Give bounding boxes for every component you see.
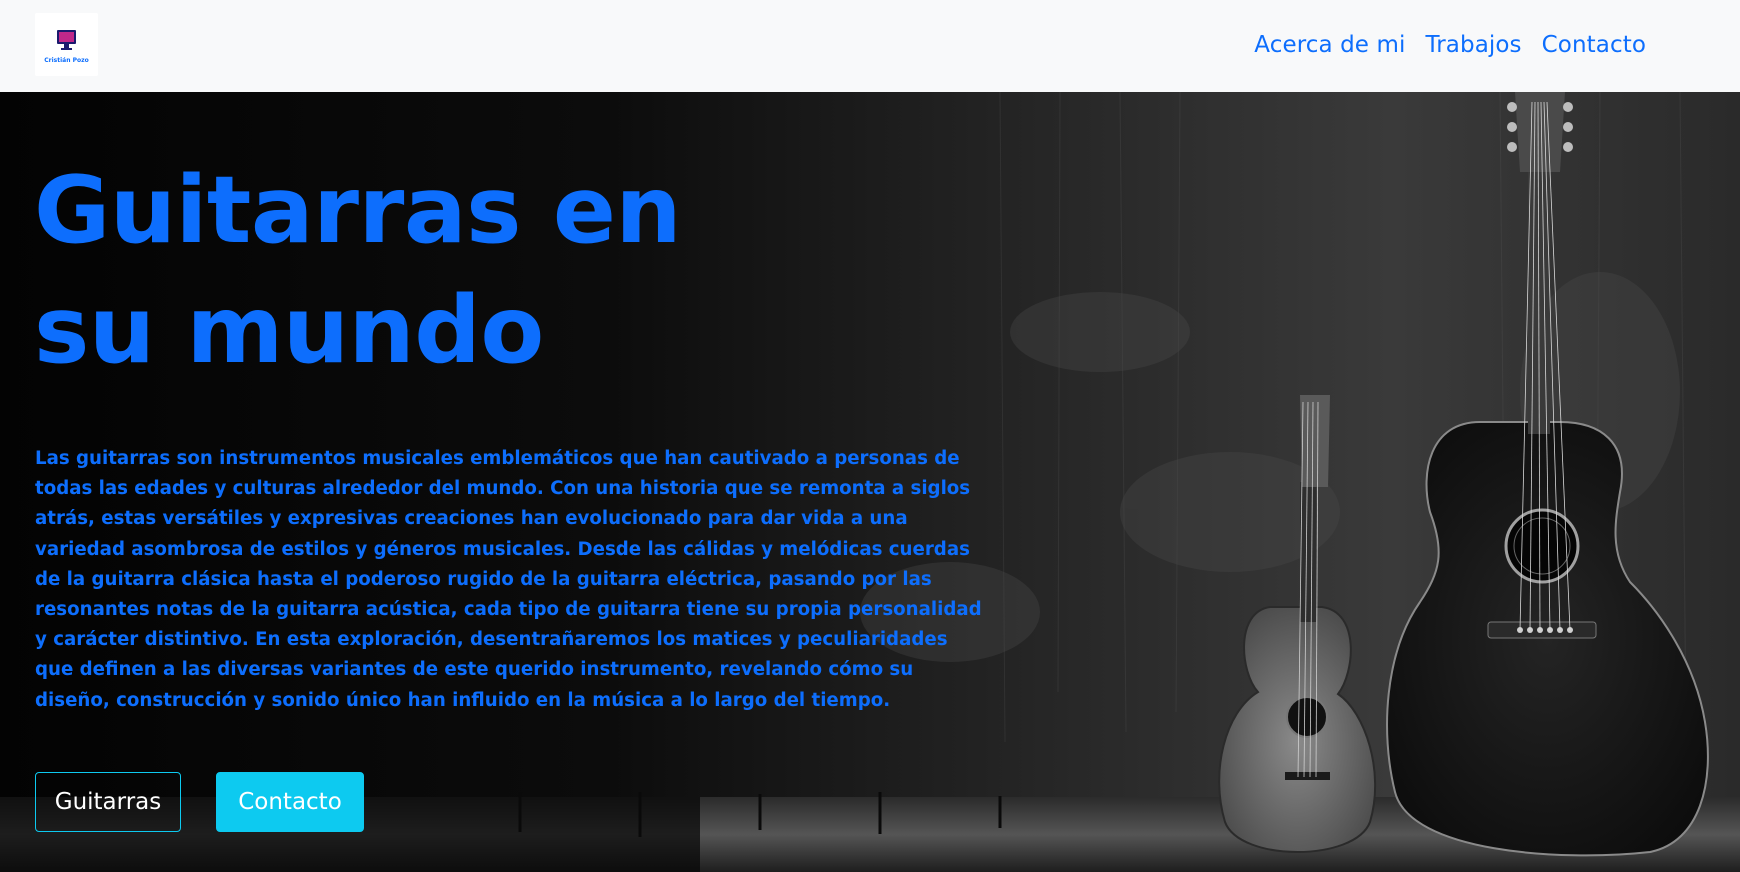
- main-nav: Acerca de mi Trabajos Contacto: [1254, 28, 1646, 62]
- monitor-logo-icon: [57, 30, 76, 50]
- brand-logo[interactable]: Cristián Pozo: [35, 13, 98, 76]
- hero-description: Las guitarras son instrumentos musicales…: [35, 448, 982, 711]
- contact-button[interactable]: Contacto: [216, 772, 364, 832]
- nav-link-contact[interactable]: Contacto: [1542, 32, 1646, 58]
- navbar: Cristián Pozo Acerca de mi Trabajos Cont…: [0, 0, 1740, 92]
- nav-link-works[interactable]: Trabajos: [1425, 32, 1521, 58]
- nav-link-about[interactable]: Acerca de mi: [1254, 32, 1405, 58]
- hero-title: Guitarras en su mundo: [34, 150, 754, 390]
- hero-title-line2: su mundo: [34, 276, 544, 384]
- hero-section: Guitarras en su mundo Las guitarras son …: [0, 92, 1740, 872]
- hero-title-line1: Guitarras en: [34, 156, 682, 264]
- guitars-button[interactable]: Guitarras: [35, 772, 181, 832]
- brand-name: Cristián Pozo: [44, 57, 89, 64]
